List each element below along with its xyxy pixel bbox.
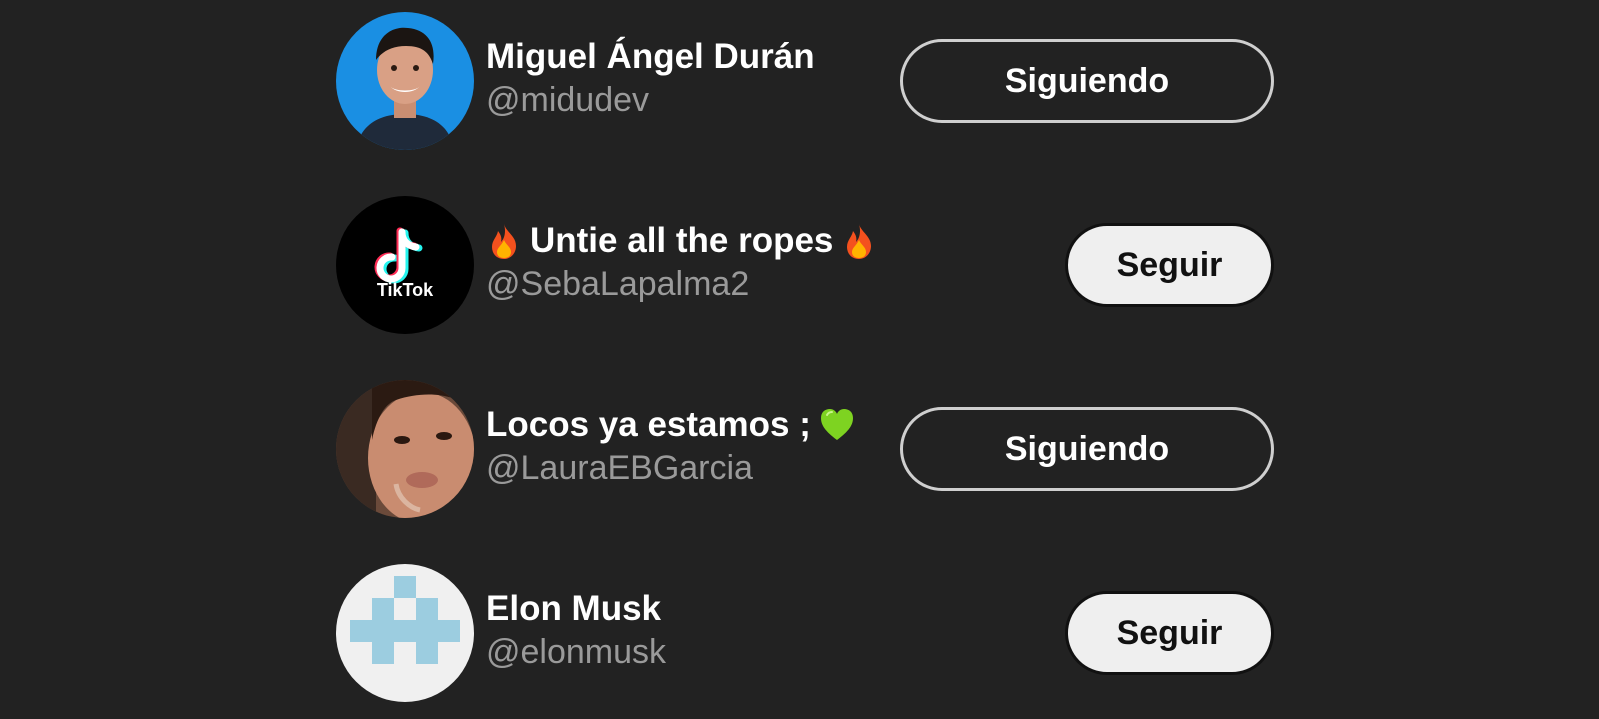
follow-suggestions-list: Miguel Ángel Durán @midudev Siguiendo Ti…: [336, 0, 1274, 719]
user-handle[interactable]: @elonmusk: [486, 630, 666, 674]
user-name[interactable]: Locos ya estamos ;: [486, 404, 855, 446]
user-handle[interactable]: @midudev: [486, 78, 815, 122]
tiktok-wordmark: TikTok: [377, 280, 434, 300]
person-photo-icon: [336, 380, 474, 518]
user-row-midudev[interactable]: Miguel Ángel Durán @midudev Siguiendo: [336, 12, 1274, 150]
user-handle[interactable]: @LauraEBGarcia: [486, 446, 855, 490]
avatar-midudev[interactable]: [336, 12, 474, 150]
user-name[interactable]: Miguel Ángel Durán: [486, 36, 815, 78]
avatar-elonmusk[interactable]: [336, 564, 474, 702]
tiktok-logo-icon: TikTok: [336, 196, 474, 334]
user-name[interactable]: Untie all the ropes: [486, 220, 877, 262]
follow-button[interactable]: Seguir: [1065, 591, 1274, 675]
user-info: Untie all the ropes @SebaLapalma2: [486, 220, 877, 306]
user-name-text: Locos ya estamos ;: [486, 405, 811, 444]
default-identicon-icon: [336, 564, 474, 702]
user-info: Miguel Ángel Durán @midudev: [486, 36, 815, 122]
avatar-lauraebgarcia[interactable]: [336, 380, 474, 518]
user-info: Elon Musk @elonmusk: [486, 588, 666, 674]
follow-button[interactable]: Seguir: [1065, 223, 1274, 307]
user-handle[interactable]: @SebaLapalma2: [486, 262, 877, 306]
green-heart-emoji-icon: [819, 406, 855, 444]
user-row-lauraebgarcia[interactable]: Locos ya estamos ; @LauraEBGarcia Siguie…: [336, 380, 1274, 518]
fire-emoji-icon: [486, 222, 522, 260]
user-name-text: Untie all the ropes: [530, 221, 834, 260]
person-photo-icon: [336, 12, 474, 150]
following-button[interactable]: Siguiendo: [900, 39, 1274, 123]
fire-emoji-icon: [841, 222, 877, 260]
following-button[interactable]: Siguiendo: [900, 407, 1274, 491]
user-info: Locos ya estamos ; @LauraEBGarcia: [486, 404, 855, 490]
user-row-elonmusk[interactable]: Elon Musk @elonmusk Seguir: [336, 564, 1274, 702]
user-row-sebalapalma2[interactable]: TikTok Untie all the ropes @SebaLapalma2…: [336, 196, 1274, 334]
user-name[interactable]: Elon Musk: [486, 588, 666, 630]
avatar-sebalapalma2[interactable]: TikTok: [336, 196, 474, 334]
